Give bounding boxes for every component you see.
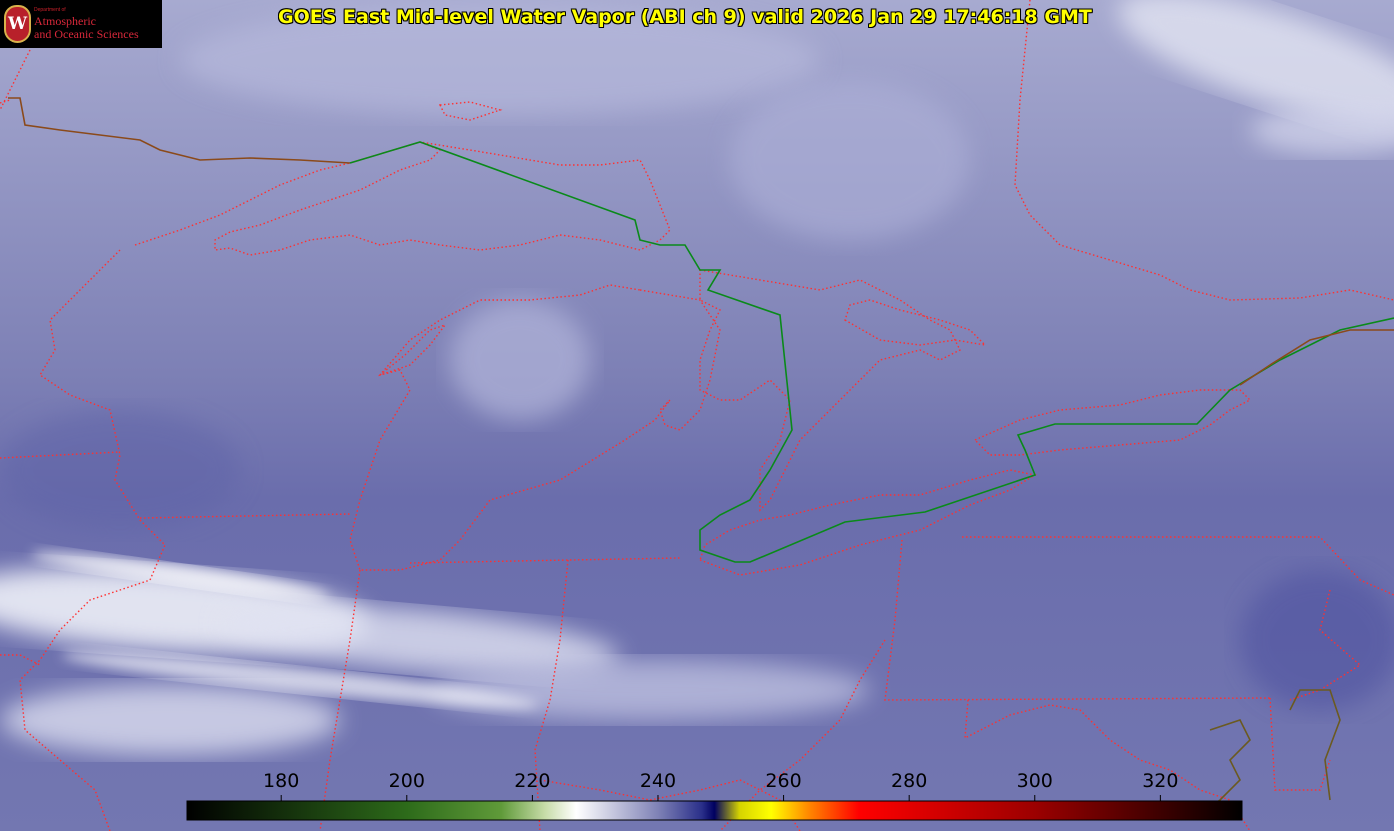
colorbar-tick-label: 300 bbox=[1016, 770, 1053, 792]
image-title: GOES East Mid-level Water Vapor (ABI ch … bbox=[278, 6, 1092, 28]
colorbar-tick-label: 240 bbox=[639, 770, 677, 792]
uw-seal-icon: W bbox=[4, 5, 31, 43]
logo-line-2: and Oceanic Sciences bbox=[34, 27, 139, 41]
logo-department-text: Department of bbox=[34, 7, 66, 13]
aos-logo: W Department of Atmospheric and Oceanic … bbox=[0, 0, 162, 48]
water-vapor-map bbox=[0, 0, 1394, 831]
colorbar-tick-label: 180 bbox=[263, 770, 300, 792]
colorbar-graphic bbox=[186, 800, 1243, 821]
colorbar-tick-label: 220 bbox=[514, 770, 551, 792]
colorbar-tick-label: 200 bbox=[388, 770, 425, 792]
satellite-image-viewer: W Department of Atmospheric and Oceanic … bbox=[0, 0, 1394, 831]
colorbar-tick-label: 260 bbox=[765, 770, 802, 792]
colorbar-tick-label: 320 bbox=[1142, 770, 1179, 792]
colorbar-tick-label: 280 bbox=[891, 770, 928, 792]
